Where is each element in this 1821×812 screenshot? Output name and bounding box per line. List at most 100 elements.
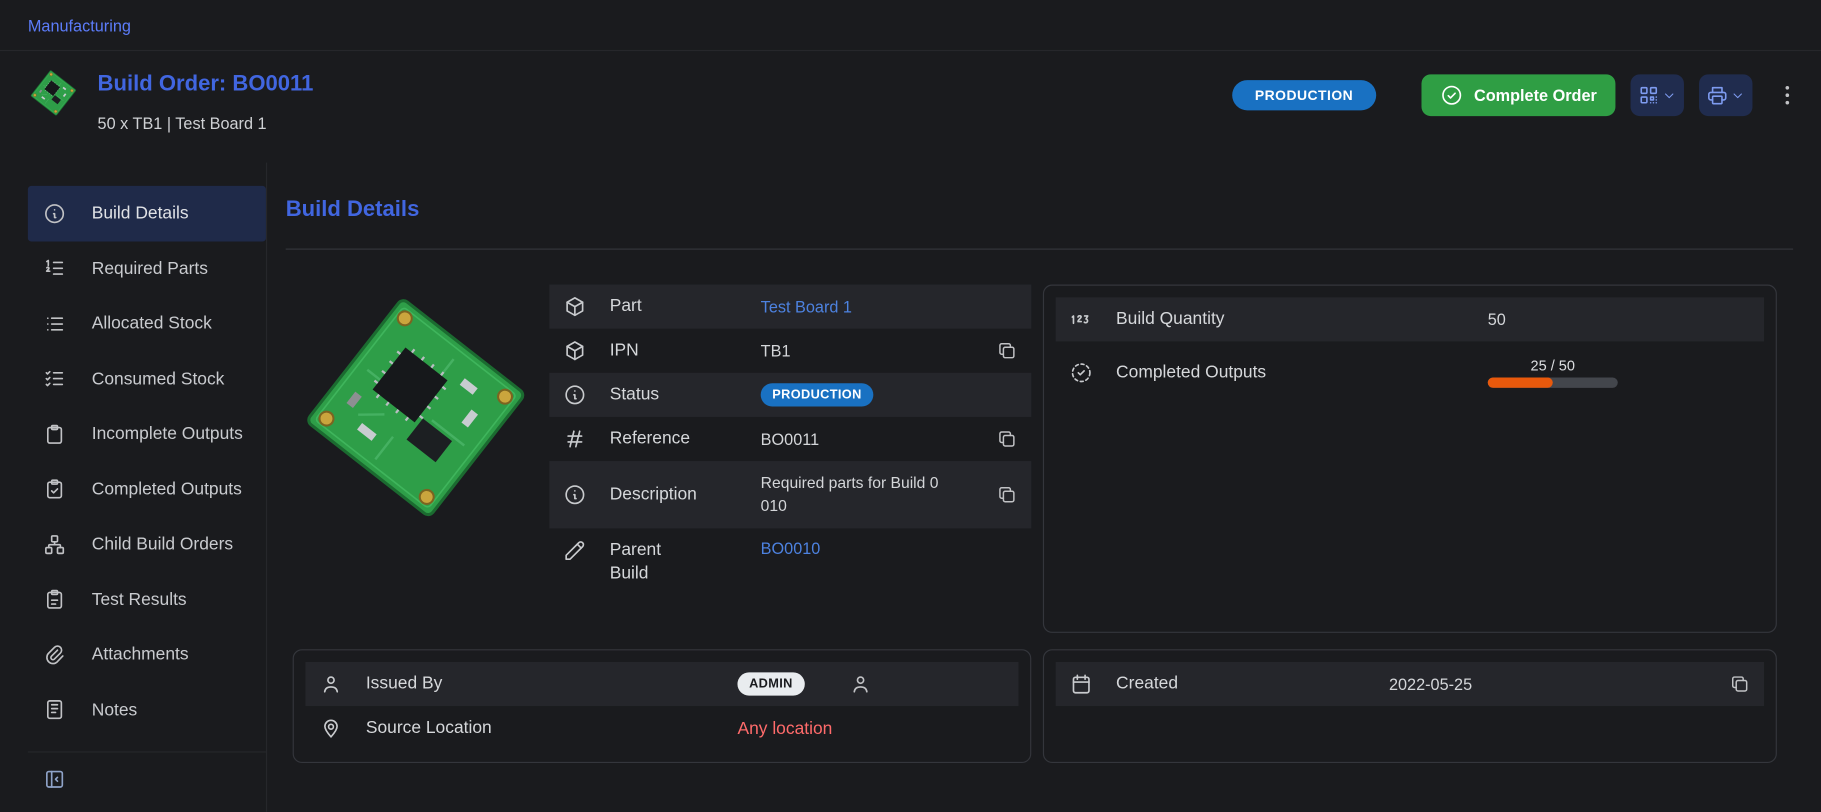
sidebar-item-label: Allocated Stock: [92, 314, 212, 334]
copy-icon: [996, 484, 1017, 505]
ipn-label: IPN: [610, 339, 761, 362]
progress-fill: [1488, 377, 1553, 387]
notes-icon: [43, 698, 66, 721]
sidebar-item-notes[interactable]: Notes: [28, 682, 266, 737]
numbers-123-icon: [1070, 308, 1093, 331]
detail-cards: Part Test Board 1 IPN TB1: [293, 285, 1793, 763]
sidebar-item-allocated-stock[interactable]: Allocated Stock: [28, 296, 266, 351]
sidebar-item-label: Completed Outputs: [92, 479, 242, 499]
sidebar-item-label: Incomplete Outputs: [92, 424, 243, 444]
copy-reference-button[interactable]: [996, 429, 1017, 450]
user-icon: [319, 672, 342, 695]
source-location-label: Source Location: [366, 717, 738, 740]
sidebar-item-completed-outputs[interactable]: Completed Outputs: [28, 462, 266, 517]
detail-row-status: Status PRODUCTION: [549, 373, 1031, 417]
page-title: Build Order: BO0011: [98, 72, 314, 98]
hash-icon: [563, 427, 586, 450]
status-badge: PRODUCTION: [1232, 80, 1377, 110]
paperclip-icon: [43, 643, 66, 666]
sidebar-item-build-details[interactable]: Build Details: [28, 186, 266, 241]
sidebar-item-child-build-orders[interactable]: Child Build Orders: [28, 517, 266, 572]
info-circle-icon: [43, 202, 66, 225]
description-value: Required parts for Build 0010: [761, 472, 947, 517]
detail-row-parent-build: Parent Build BO0010: [549, 528, 1031, 600]
reference-value: BO0011: [761, 430, 997, 449]
part-link[interactable]: Test Board 1: [761, 297, 852, 316]
list-check-icon: [43, 367, 66, 390]
sidebar-collapse-button[interactable]: [43, 768, 66, 791]
reference-label: Reference: [610, 428, 761, 451]
header-actions: PRODUCTION Complete Order: [1232, 74, 1803, 116]
sidebar-item-test-results[interactable]: Test Results: [28, 572, 266, 627]
sidebar: Build Details Required Parts Allocated S…: [0, 163, 267, 812]
more-actions-button[interactable]: [1775, 81, 1803, 109]
description-label: Description: [610, 483, 761, 506]
collapse-left-icon: [43, 768, 66, 791]
list-numbers-icon: [43, 257, 66, 280]
printer-icon: [1706, 84, 1729, 107]
copy-ipn-button[interactable]: [996, 340, 1017, 361]
sidebar-item-required-parts[interactable]: Required Parts: [28, 241, 266, 296]
sidebar-item-incomplete-outputs[interactable]: Incomplete Outputs: [28, 406, 266, 461]
pcb-image[interactable]: [293, 285, 539, 531]
progress-label: 25 / 50: [1488, 358, 1618, 374]
header-text: Build Order: BO0011 50 x TB1 | Test Boar…: [98, 67, 314, 132]
tools-icon: [563, 539, 586, 562]
info-circle-icon: [563, 383, 586, 406]
created-card: Created 2022-05-25: [1043, 649, 1777, 763]
copy-icon: [1729, 674, 1750, 695]
clipboard-icon: [43, 422, 66, 445]
package-icon: [563, 295, 586, 318]
section-divider: [286, 249, 1793, 250]
map-pin-icon: [319, 717, 342, 740]
part-label: Part: [610, 295, 761, 318]
calendar-icon: [1070, 672, 1093, 695]
body-row: Build Details Required Parts Allocated S…: [0, 163, 1821, 812]
detail-row-ipn: IPN TB1: [549, 329, 1031, 373]
pcb-thumbnail-image[interactable]: [28, 67, 79, 118]
issue-card: Issued By ADMIN Source Location Any loca…: [293, 649, 1032, 763]
build-quantity-value: 50: [1488, 310, 1750, 329]
ipn-value: TB1: [761, 341, 997, 360]
build-order-page: Manufacturing Build Order: BO0011 50 x T…: [0, 0, 1821, 812]
copy-description-button[interactable]: [996, 484, 1017, 505]
copy-created-button[interactable]: [1729, 674, 1750, 695]
row-source-location: Source Location Any location: [305, 706, 1018, 750]
complete-order-label: Complete Order: [1474, 86, 1597, 105]
page-subtitle: 50 x TB1 | Test Board 1: [98, 114, 314, 133]
sidebar-item-label: Build Details: [92, 204, 189, 224]
sidebar-item-label: Required Parts: [92, 259, 208, 279]
print-actions-button[interactable]: [1699, 74, 1752, 116]
page-header: Build Order: BO0011 50 x TB1 | Test Boar…: [0, 51, 1821, 162]
breadcrumb-link-manufacturing[interactable]: Manufacturing: [28, 16, 131, 35]
progress-check-icon: [1070, 361, 1093, 384]
sidebar-item-label: Notes: [92, 700, 138, 720]
build-quantity-label: Build Quantity: [1116, 308, 1488, 331]
sidebar-item-label: Consumed Stock: [92, 369, 225, 389]
barcode-actions-button[interactable]: [1631, 74, 1684, 116]
dots-vertical-icon: [1775, 82, 1801, 108]
test-report-icon: [43, 588, 66, 611]
section-title: Build Details: [286, 197, 1793, 223]
status-value-badge: PRODUCTION: [761, 383, 874, 406]
list-icon: [43, 312, 66, 335]
sidebar-item-attachments[interactable]: Attachments: [28, 627, 266, 682]
sidebar-footer: [28, 751, 266, 796]
detail-row-part: Part Test Board 1: [549, 285, 1031, 329]
created-value: 2022-05-25: [1389, 675, 1729, 694]
row-issued-by: Issued By ADMIN: [305, 662, 1018, 706]
chevron-down-icon: [1662, 88, 1677, 103]
quantities-card: Build Quantity 50 Completed Outputs 25 /…: [1043, 285, 1777, 633]
sidebar-item-label: Test Results: [92, 590, 187, 610]
complete-order-button[interactable]: Complete Order: [1422, 74, 1616, 116]
build-detail-block: Part Test Board 1 IPN TB1: [293, 285, 1032, 633]
sidebar-item-consumed-stock[interactable]: Consumed Stock: [28, 351, 266, 406]
copy-icon: [996, 340, 1017, 361]
info-circle-icon: [563, 483, 586, 506]
main-panel: Build Details Part Test Board 1: [267, 163, 1821, 812]
issued-by-label: Issued By: [366, 673, 738, 696]
parent-build-link[interactable]: BO0010: [761, 539, 821, 558]
parent-build-label: Parent Build: [610, 539, 682, 584]
sidebar-item-label: Child Build Orders: [92, 535, 233, 555]
issued-by-badge: ADMIN: [737, 672, 804, 695]
